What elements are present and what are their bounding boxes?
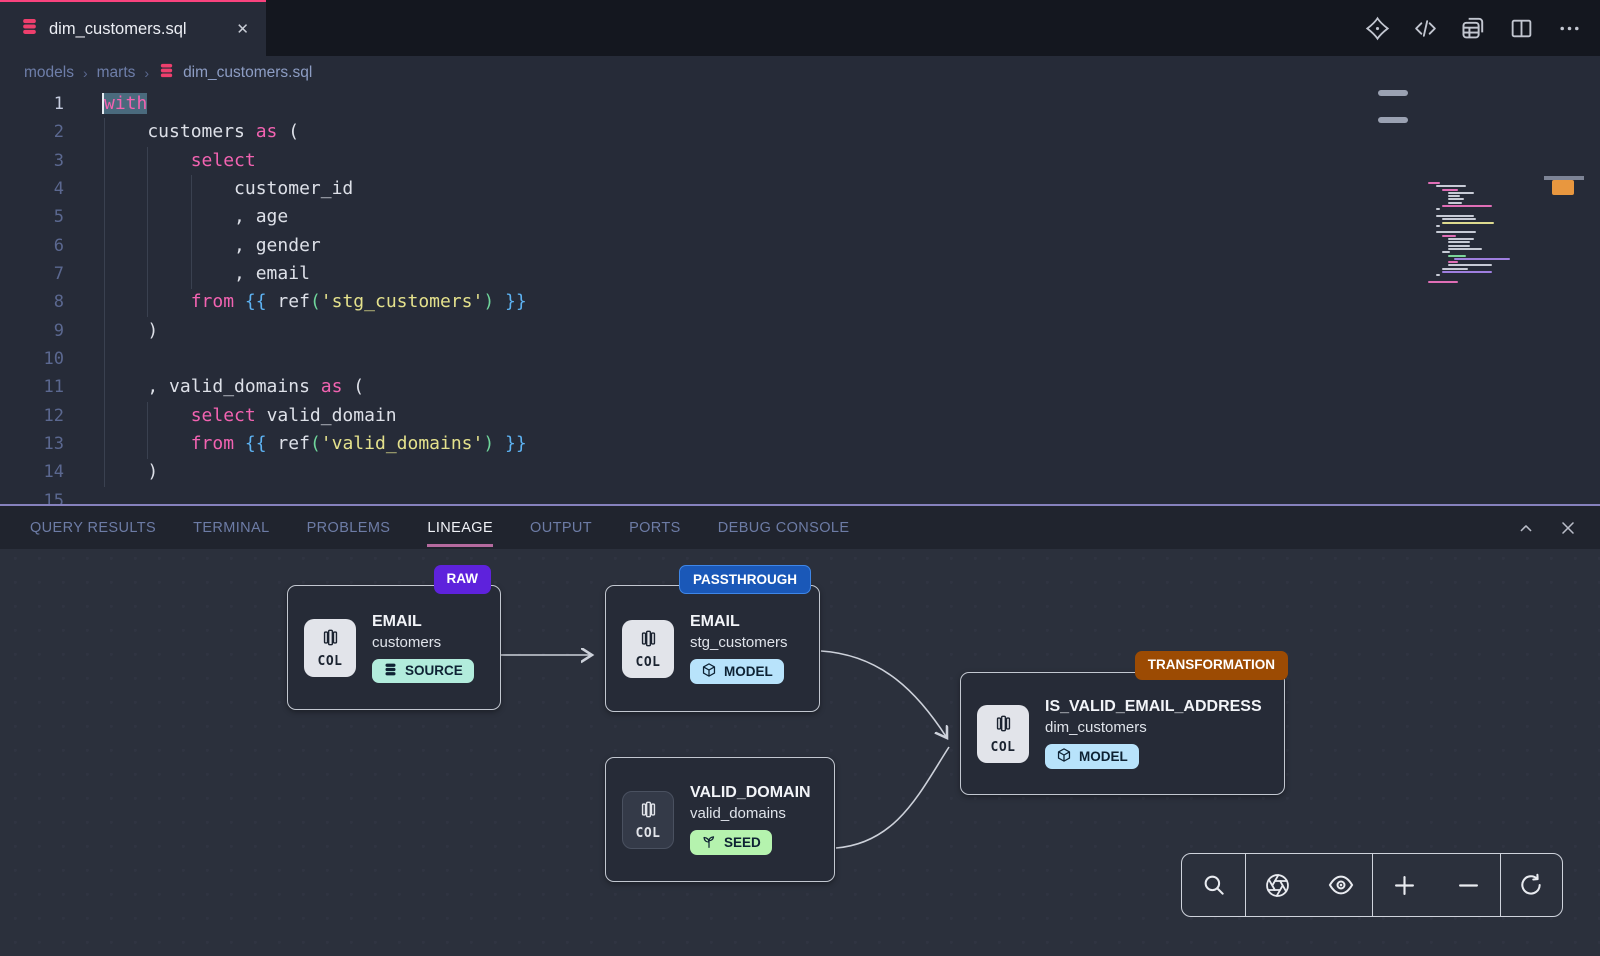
- panel-tab-terminal[interactable]: TERMINAL: [193, 506, 270, 549]
- breadcrumb-marts[interactable]: marts: [97, 64, 136, 82]
- panel-tab-query-results[interactable]: QUERY RESULTS: [30, 506, 156, 549]
- code-editor[interactable]: 123456789101112131415 with customers as …: [0, 90, 1600, 504]
- minimap[interactable]: [1428, 182, 1532, 284]
- close-icon[interactable]: [1558, 518, 1578, 538]
- column-chip: COL: [622, 791, 674, 849]
- tab-close-icon[interactable]: ✕: [233, 19, 252, 40]
- code-line[interactable]: from {{ ref('valid_domains') }}: [104, 430, 527, 458]
- editor-decoration: [1378, 117, 1408, 123]
- node-model-name: stg_customers: [690, 634, 788, 651]
- code-line[interactable]: select valid_domain: [104, 402, 527, 430]
- code-line[interactable]: customer_id: [104, 175, 527, 203]
- line-numbers: 123456789101112131415: [0, 90, 64, 504]
- columns-icon: [320, 627, 341, 653]
- node-kind-badge: SOURCE: [372, 659, 474, 683]
- seedling-icon: [701, 833, 717, 852]
- lineage-tag-transformation: TRANSFORMATION: [1135, 651, 1288, 680]
- breadcrumb: models › marts › dim_customers.sql: [0, 56, 1600, 90]
- code-line[interactable]: select: [104, 147, 527, 175]
- code-line[interactable]: ): [104, 317, 527, 345]
- split-editor-icon[interactable]: [1508, 15, 1534, 41]
- node-kind-badge: MODEL: [690, 659, 784, 684]
- panel-tabs: QUERY RESULTS TERMINAL PROBLEMS LINEAGE OUTP…: [0, 506, 849, 549]
- node-kind-badge: MODEL: [1045, 744, 1139, 769]
- code-line[interactable]: from {{ ref('stg_customers') }}: [104, 288, 527, 316]
- panel-tab-ports[interactable]: PORTS: [629, 506, 681, 549]
- cube-icon: [1056, 747, 1072, 766]
- database-icon: [383, 662, 398, 680]
- search-icon[interactable]: [1192, 863, 1236, 907]
- columns-icon: [638, 628, 659, 654]
- table-preview-icon[interactable]: [1460, 15, 1486, 41]
- code-line[interactable]: , gender: [104, 232, 527, 260]
- eye-icon[interactable]: [1319, 863, 1363, 907]
- breadcrumb-separator: ›: [144, 65, 149, 81]
- dbt-icon[interactable]: [1364, 15, 1390, 41]
- breadcrumb-file[interactable]: dim_customers.sql: [158, 62, 312, 84]
- database-icon: [20, 17, 39, 41]
- node-model-name: dim_customers: [1045, 719, 1147, 736]
- code-line[interactable]: , age: [104, 203, 527, 231]
- panel-tab-problems[interactable]: PROBLEMS: [307, 506, 391, 549]
- code-line[interactable]: customers as (: [104, 118, 527, 146]
- panel-tab-lineage[interactable]: LINEAGE: [427, 506, 493, 549]
- code-line[interactable]: [104, 487, 527, 504]
- editor-decoration: [1378, 90, 1408, 96]
- editor-actions: [1364, 0, 1582, 56]
- chevron-up-icon[interactable]: [1516, 518, 1536, 538]
- lineage-node-customers[interactable]: RAW COL EMAIL customers SOURCE: [287, 585, 501, 710]
- editor-tab-bar: dim_customers.sql ✕: [0, 0, 1600, 56]
- breadcrumb-separator: ›: [83, 65, 88, 81]
- panel-header: QUERY RESULTS TERMINAL PROBLEMS LINEAGE OUTP…: [0, 506, 1600, 549]
- code-line[interactable]: with: [104, 90, 527, 118]
- code-icon[interactable]: [1412, 15, 1438, 41]
- aperture-icon[interactable]: [1256, 863, 1300, 907]
- node-column-name: IS_VALID_EMAIL_ADDRESS: [1045, 698, 1262, 716]
- code-line[interactable]: [104, 345, 527, 373]
- columns-icon: [638, 799, 659, 825]
- code-line[interactable]: , email: [104, 260, 527, 288]
- column-chip: COL: [977, 705, 1029, 763]
- node-column-name: EMAIL: [690, 613, 740, 631]
- column-chip: COL: [304, 619, 356, 677]
- refresh-icon[interactable]: [1509, 863, 1553, 907]
- ide-window: dim_customers.sql ✕: [0, 0, 1600, 956]
- tab-filename: dim_customers.sql: [49, 20, 187, 39]
- code-line[interactable]: , valid_domains as (: [104, 373, 527, 401]
- lineage-node-dim_customers[interactable]: TRANSFORMATION COL IS_VALID_EMAIL_ADDRES…: [960, 672, 1285, 795]
- column-chip: COL: [622, 620, 674, 678]
- zoom-in-icon[interactable]: [1383, 863, 1427, 907]
- cube-icon: [701, 662, 717, 681]
- code-content[interactable]: with customers as ( select customer_id ,…: [104, 90, 527, 504]
- node-model-name: customers: [372, 634, 441, 651]
- lineage-node-stg_customers[interactable]: PASSTHROUGH COL EMAIL stg_customers MODE…: [605, 585, 820, 712]
- lineage-node-valid_domains[interactable]: COL VALID_DOMAIN valid_domains SEED: [605, 757, 835, 882]
- node-kind-badge: SEED: [690, 830, 772, 855]
- breadcrumb-models[interactable]: models: [24, 64, 74, 82]
- code-line[interactable]: ): [104, 458, 527, 486]
- panel-tab-output[interactable]: OUTPUT: [530, 506, 592, 549]
- node-model-name: valid_domains: [690, 805, 786, 822]
- lineage-canvas[interactable]: RAW COL EMAIL customers SOURCE PASSTHROU…: [0, 549, 1600, 956]
- columns-icon: [993, 713, 1014, 739]
- database-icon: [158, 62, 175, 84]
- zoom-out-icon[interactable]: [1446, 863, 1490, 907]
- more-actions-icon[interactable]: [1556, 15, 1582, 41]
- lineage-tag-raw: RAW: [434, 565, 492, 594]
- node-column-name: EMAIL: [372, 613, 422, 631]
- lineage-toolbar: [1181, 853, 1563, 917]
- node-column-name: VALID_DOMAIN: [690, 784, 811, 802]
- tab-dim-customers[interactable]: dim_customers.sql ✕: [0, 0, 266, 56]
- lineage-tag-passthrough: PASSTHROUGH: [679, 565, 811, 594]
- panel-tab-debug-console[interactable]: DEBUG CONSOLE: [718, 506, 850, 549]
- scrollbar-marker[interactable]: [1552, 180, 1574, 195]
